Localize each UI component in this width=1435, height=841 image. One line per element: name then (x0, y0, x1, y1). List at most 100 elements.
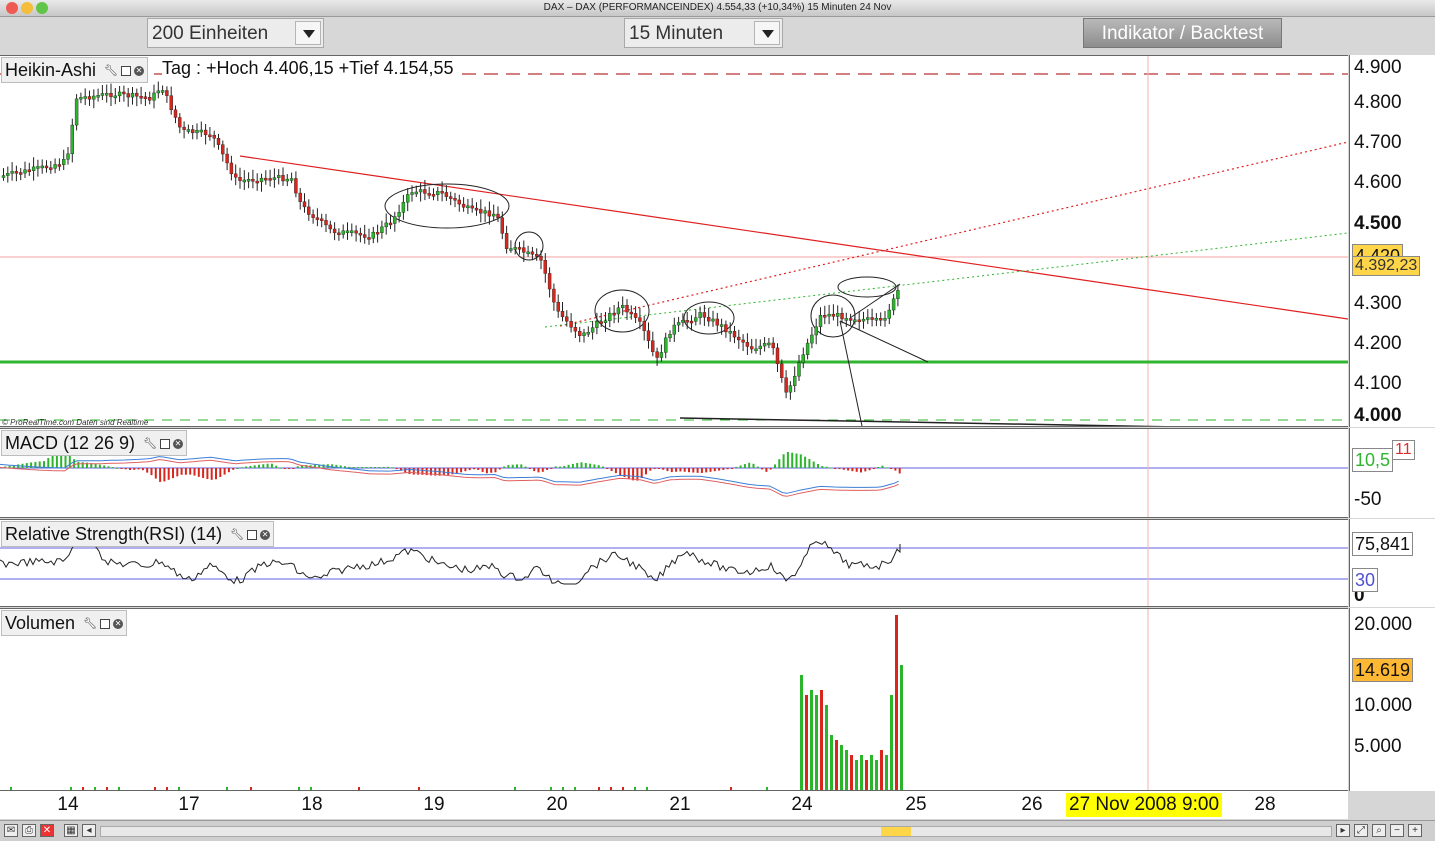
candle (642, 321, 646, 331)
price-panel-label[interactable]: Heikin-Ashi 🔧︎ ✕ (1, 57, 149, 83)
price-tick: 4.800 (1354, 92, 1402, 113)
macd-bar (382, 466, 385, 468)
candle (870, 317, 874, 320)
scrollbar-thumb[interactable] (881, 827, 911, 836)
candle (449, 196, 453, 199)
volume-bar (835, 740, 838, 790)
macd-panel-label[interactable]: MACD (12 26 9) 🔧︎ ✕ (1, 430, 188, 456)
rsi-panel-label[interactable]: Relative Strength(RSI) (14) 🔧︎ ✕ (1, 521, 275, 547)
mail-icon[interactable]: ✉ (4, 824, 18, 837)
horizontal-scrollbar[interactable] (100, 826, 1332, 837)
candle (216, 138, 221, 145)
volume-bar (514, 787, 516, 790)
candle (332, 228, 337, 234)
candle (289, 178, 294, 181)
macd-bar (129, 468, 131, 471)
signal-line (0, 459, 899, 497)
minimize-window-button[interactable] (21, 2, 33, 14)
candle (324, 220, 328, 226)
zoom-reset-icon[interactable]: ⤢ (1354, 824, 1368, 837)
scroll-left-icon[interactable]: ◂ (82, 824, 96, 837)
volume-bar (178, 787, 180, 790)
price-tick: 4.300 (1354, 293, 1402, 314)
candle (302, 201, 307, 208)
window-icon[interactable] (121, 66, 132, 77)
candle (823, 315, 827, 318)
x-tick: 19 (423, 794, 445, 815)
macd-bar (447, 468, 450, 475)
candle (762, 343, 767, 347)
macd-bar (468, 468, 471, 471)
cursor-date-label: 27 Nov 2008 9:00 (1066, 793, 1223, 817)
close-icon[interactable]: ✕ (113, 619, 124, 630)
window-icon[interactable] (100, 619, 111, 630)
candle (685, 320, 689, 323)
candle (251, 179, 255, 182)
window-icon[interactable] (160, 439, 171, 450)
rsi-panel[interactable]: Relative Strength(RSI) (14) 🔧︎ ✕ (0, 519, 1348, 607)
scroll-right-icon[interactable]: ▸ (1336, 824, 1350, 837)
wrench-icon[interactable]: 🔧︎ (230, 529, 244, 541)
macd-chart[interactable] (0, 429, 1348, 517)
candle (427, 193, 431, 196)
units-select[interactable]: 200 Einheiten (147, 18, 324, 48)
macd-bar (490, 468, 493, 473)
heikin-ashi-label: Heikin-Ashi (5, 60, 97, 80)
candle (702, 312, 707, 318)
wrench-icon[interactable]: 🔧︎ (83, 618, 97, 630)
macd-bar (584, 462, 587, 468)
indicator-backtest-button[interactable]: Indikator / Backtest (1083, 18, 1282, 48)
chevron-down-icon[interactable] (754, 21, 780, 45)
zoom-in-icon[interactable]: + (1408, 824, 1422, 837)
macd-bar (855, 468, 858, 472)
macd-bar (258, 464, 260, 468)
macd-bar (808, 459, 811, 468)
wrench-icon[interactable]: 🔧︎ (104, 65, 118, 77)
macd-bar (455, 468, 458, 474)
volume-bar (574, 787, 576, 790)
interval-select[interactable]: 15 Minuten (624, 18, 783, 48)
price-panel[interactable]: Heikin-Ashi 🔧︎ ✕ Tag : +Hoch 4.406,15 +Ti… (0, 55, 1348, 427)
zoom-out-icon[interactable]: − (1390, 824, 1404, 837)
macd-bar (705, 468, 708, 473)
window-icon[interactable] (247, 530, 258, 541)
candle (513, 247, 517, 250)
candle (285, 178, 289, 182)
candle (160, 90, 165, 93)
volume-panel[interactable]: Volumen 🔧︎ ✕ (0, 608, 1348, 791)
candle (208, 134, 212, 138)
zoom-area-icon[interactable]: ⌕ (1372, 824, 1386, 837)
window-titlebar: DAX – DAX (PERFORMANCEINDEX) 4.554,33 (+… (0, 0, 1435, 17)
chevron-down-icon[interactable] (295, 21, 321, 45)
volume-bar (766, 787, 768, 790)
candle (92, 95, 96, 100)
wrench-icon[interactable]: 🔧︎ (143, 438, 157, 450)
macd-bar (821, 466, 824, 468)
candle (320, 218, 324, 221)
macd-bar (666, 468, 669, 472)
delete-icon[interactable]: ✕ (40, 824, 54, 837)
close-icon[interactable]: ✕ (134, 66, 145, 77)
macd-bar (606, 468, 609, 469)
macd-bar (279, 467, 282, 469)
candle (771, 342, 775, 349)
close-window-button[interactable] (6, 2, 18, 14)
drawn-line (679, 417, 1166, 426)
candle (530, 251, 535, 255)
macd-panel[interactable]: MACD (12 26 9) 🔧︎ ✕ (0, 428, 1348, 518)
volume-panel-label[interactable]: Volumen 🔧︎ ✕ (1, 610, 128, 636)
export-icon[interactable]: ▦ (64, 824, 78, 837)
volume-tick: 10.000 (1354, 695, 1413, 716)
volume-bar (598, 787, 600, 790)
macd-bar (141, 468, 144, 471)
candle (539, 256, 543, 261)
print-icon[interactable]: ⎙ (22, 824, 36, 837)
volume-chart[interactable] (0, 609, 1348, 790)
zoom-window-button[interactable] (36, 2, 48, 14)
volume-bar (634, 787, 636, 790)
volume-bar (805, 695, 808, 790)
close-icon[interactable]: ✕ (260, 530, 271, 541)
candle (384, 222, 388, 228)
close-icon[interactable]: ✕ (173, 439, 184, 450)
price-chart[interactable] (0, 56, 1348, 426)
